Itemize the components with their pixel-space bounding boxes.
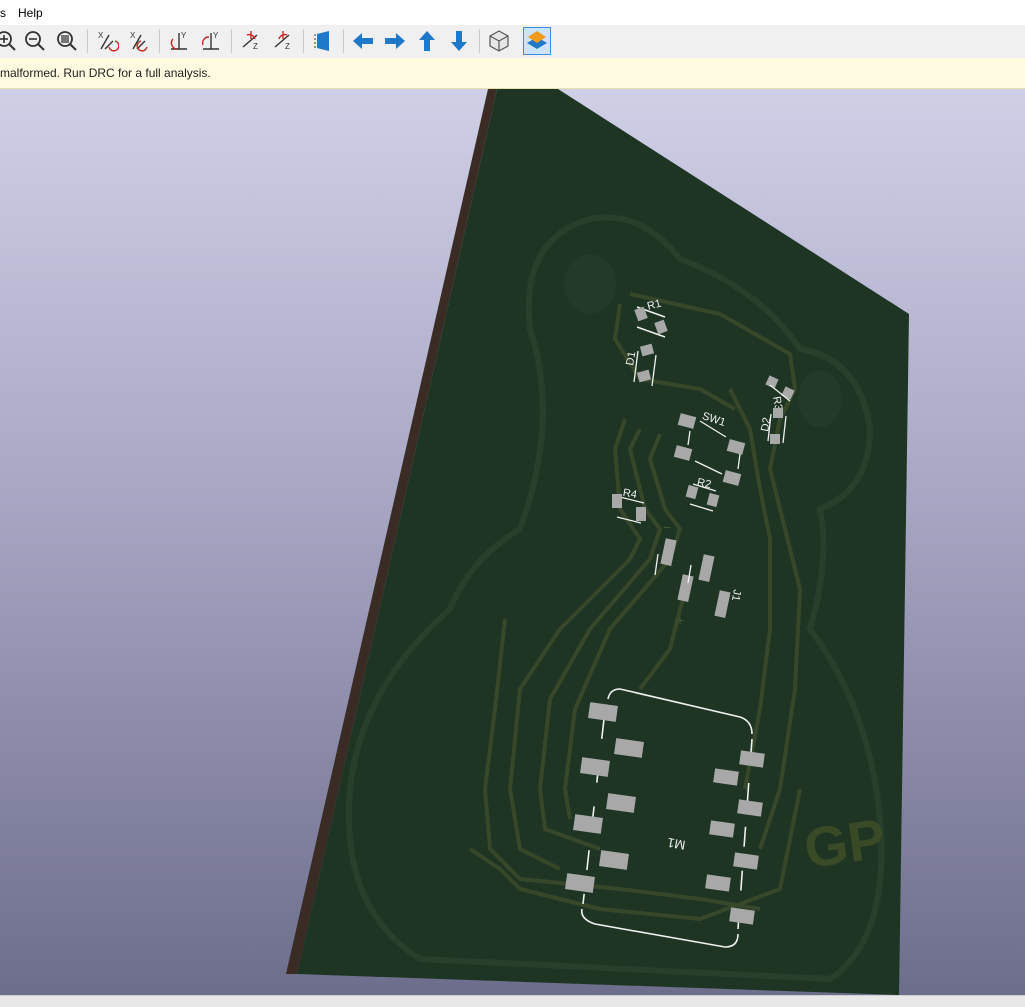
arrow-left-icon: [353, 33, 373, 49]
menu-bar: s Help: [0, 0, 1025, 25]
svg-text:Z: Z: [285, 42, 290, 51]
rotate-z-cw-icon: Z: [242, 31, 258, 51]
zoom-out-icon: [25, 31, 45, 51]
label-m1: M1: [666, 835, 686, 853]
svg-text:Z: Z: [253, 42, 258, 51]
toolbar-separator: [159, 29, 160, 53]
label-r4: R4: [622, 487, 638, 501]
zoom-fit-icon: [57, 31, 77, 51]
label-d1: D1: [624, 351, 638, 367]
toolbar: X X Y Y Z Z: [0, 25, 1025, 59]
move-down-button[interactable]: [445, 27, 473, 55]
zoom-fit-button[interactable]: [53, 27, 81, 55]
rotate-y-cw-icon: Y: [170, 31, 187, 50]
svg-text:Y: Y: [181, 31, 187, 40]
3d-viewport[interactable]: GP R1 D1 R3 D2 SW1 R2 R4 − + J1 M1: [0, 89, 1025, 995]
board-logo-text: GP: [800, 806, 889, 880]
flip-board-button[interactable]: [309, 27, 337, 55]
info-bar: malformed. Run DRC for a full analysis.: [0, 58, 1025, 89]
rotate-x-ccw-icon: X: [130, 31, 148, 52]
toolbar-separator: [479, 29, 480, 53]
flip-board-icon: [314, 31, 329, 51]
move-right-button[interactable]: [381, 27, 409, 55]
rotate-x-cw-button[interactable]: X: [93, 27, 121, 55]
board-artwork-ear: [798, 371, 842, 427]
orthographic-toggle-button[interactable]: [485, 27, 513, 55]
zoom-out-button[interactable]: [21, 27, 49, 55]
toolbar-separator: [87, 29, 88, 53]
svg-text:X: X: [98, 31, 104, 40]
arrow-up-icon: [419, 31, 435, 51]
toolbar-separator: [343, 29, 344, 53]
arrow-down-icon: [451, 31, 467, 51]
rotate-z-cw-button[interactable]: Z: [237, 27, 265, 55]
toolbar-separator: [303, 29, 304, 53]
rotate-z-ccw-icon: Z: [274, 31, 290, 51]
rotate-y-cw-button[interactable]: Y: [165, 27, 193, 55]
layers-toggle-button[interactable]: [523, 27, 551, 55]
move-up-button[interactable]: [413, 27, 441, 55]
polarity-minus: −: [663, 519, 671, 535]
layers-icon: [527, 31, 547, 49]
svg-text:X: X: [130, 31, 136, 40]
rotate-z-ccw-button[interactable]: Z: [269, 27, 297, 55]
polarity-plus: +: [676, 612, 684, 628]
zoom-in-button[interactable]: [0, 27, 20, 55]
zoom-in-icon: [0, 31, 16, 51]
label-d2: D2: [759, 417, 773, 433]
info-message: malformed. Run DRC for a full analysis.: [0, 66, 211, 80]
status-bar: [0, 995, 1025, 1007]
move-left-button[interactable]: [349, 27, 377, 55]
toolbar-separator: [231, 29, 232, 53]
board-artwork-ear: [564, 254, 616, 314]
rotate-y-ccw-button[interactable]: Y: [197, 27, 225, 55]
pcb-3d-render: GP R1 D1 R3 D2 SW1 R2 R4 − + J1 M1: [286, 89, 909, 995]
menu-item-help[interactable]: Help: [18, 6, 43, 20]
label-j1: J1: [729, 588, 743, 602]
arrow-right-icon: [385, 33, 405, 49]
rotate-y-ccw-icon: Y: [201, 31, 219, 50]
menu-item-partial[interactable]: s: [0, 6, 6, 20]
svg-text:Y: Y: [213, 31, 219, 40]
cube-icon: [489, 30, 509, 52]
rotate-x-ccw-button[interactable]: X: [125, 27, 153, 55]
rotate-x-cw-icon: X: [98, 31, 119, 52]
